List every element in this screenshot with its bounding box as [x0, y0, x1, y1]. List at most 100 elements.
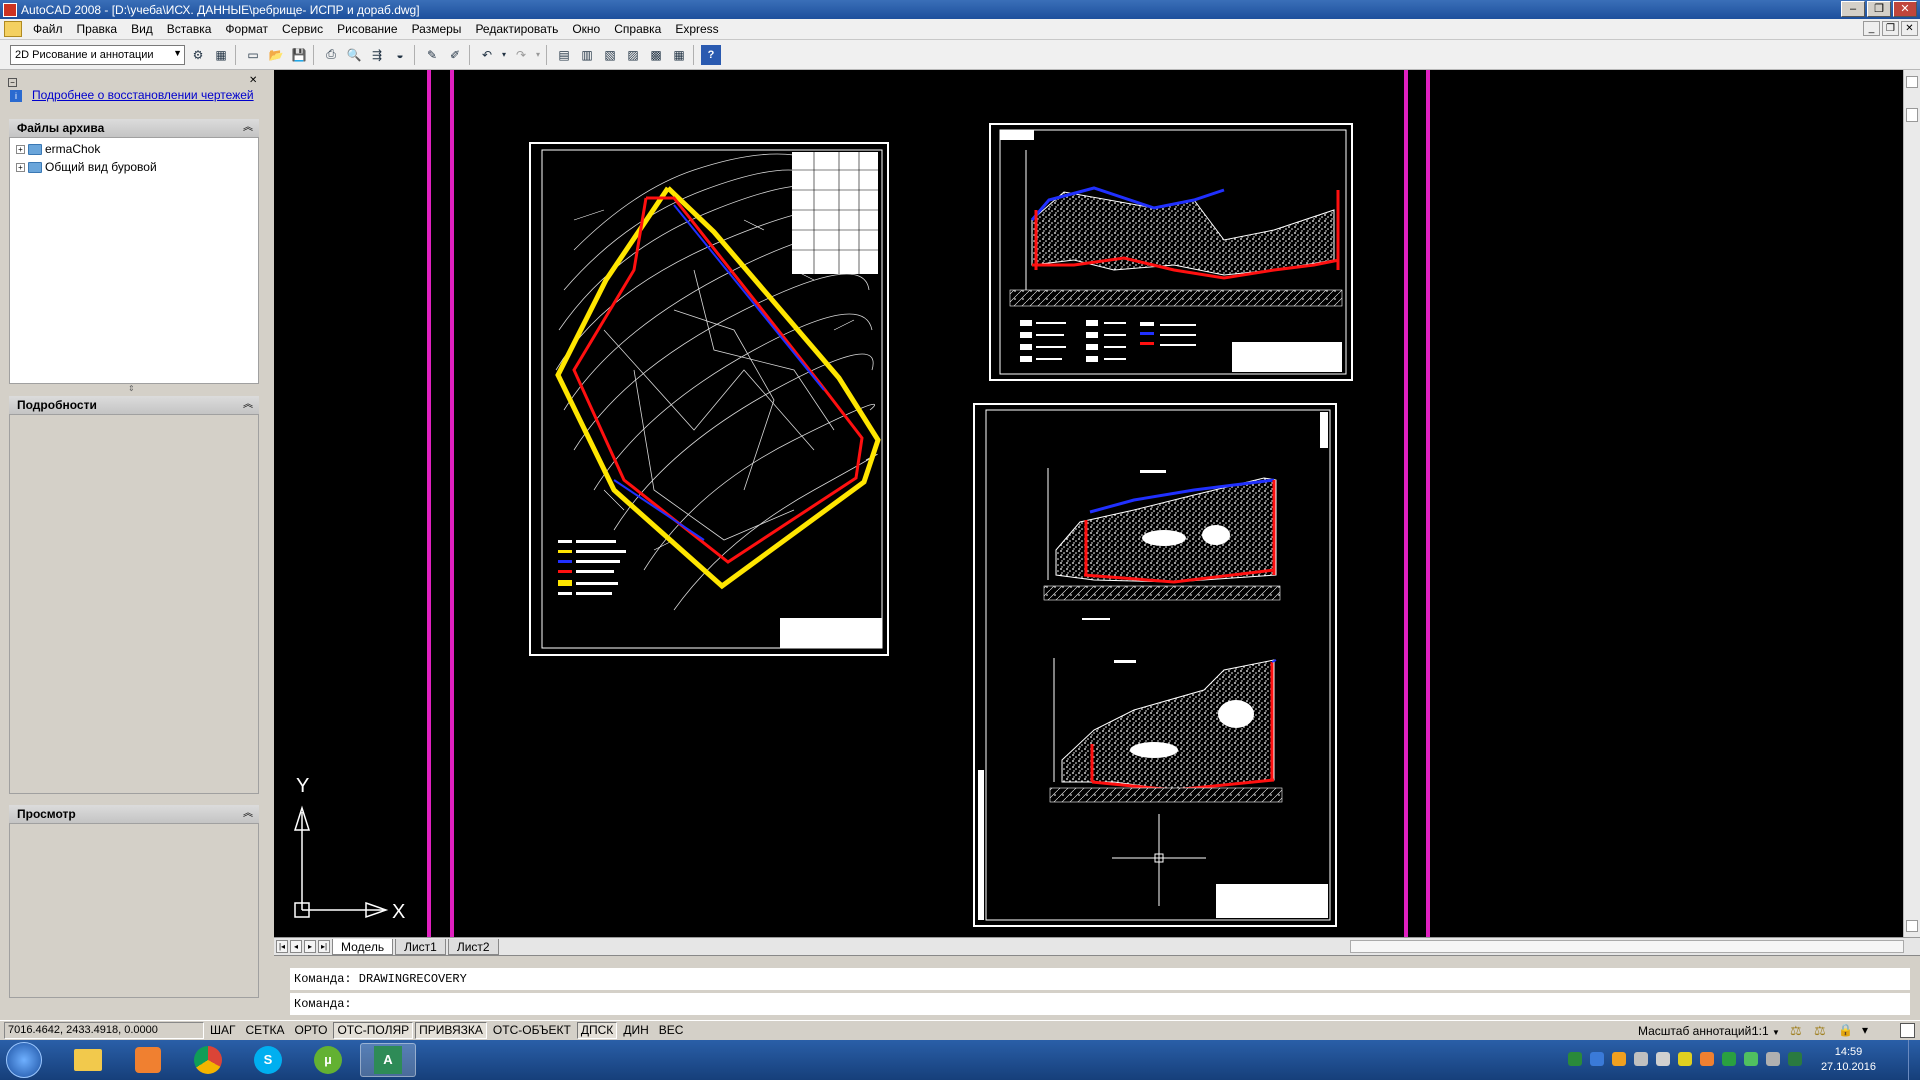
- menu-help[interactable]: Справка: [607, 22, 668, 36]
- design-center-icon[interactable]: ▥: [577, 45, 597, 65]
- tray-app-icon[interactable]: [1568, 1052, 1582, 1066]
- tool-palettes-icon[interactable]: ▧: [600, 45, 620, 65]
- taskbar-autocad[interactable]: A: [360, 1043, 416, 1077]
- tray-device-icon[interactable]: [1766, 1052, 1780, 1066]
- sheet-set-icon[interactable]: ▨: [623, 45, 643, 65]
- annotation-scale-select[interactable]: 1:1 ▼: [1752, 1024, 1780, 1038]
- calculator-icon[interactable]: ▦: [669, 45, 689, 65]
- taskbar-chrome[interactable]: [180, 1043, 236, 1077]
- tray-battery-icon[interactable]: [1612, 1052, 1626, 1066]
- first-tab-icon[interactable]: |◂: [276, 940, 288, 953]
- menu-express[interactable]: Express: [668, 22, 725, 36]
- workspace-save-icon[interactable]: ▦: [211, 45, 231, 65]
- tray-nvidia-icon[interactable]: [1788, 1052, 1802, 1066]
- help-icon[interactable]: ?: [701, 44, 721, 65]
- toggle-dyn[interactable]: ДИН: [619, 1022, 652, 1039]
- toggle-osnap[interactable]: ПРИВЯЗКА: [415, 1022, 487, 1039]
- doc-restore-button[interactable]: ❐: [1882, 21, 1899, 36]
- expand-icon[interactable]: +: [16, 144, 25, 154]
- doc-minimize-button[interactable]: _: [1863, 21, 1880, 36]
- toggle-polar[interactable]: ОТС-ПОЛЯР: [333, 1022, 414, 1039]
- redo-dropdown-icon[interactable]: ▾: [534, 45, 542, 65]
- show-desktop-button[interactable]: [1908, 1040, 1920, 1080]
- scroll-thumb[interactable]: [1906, 108, 1918, 122]
- open-file-icon[interactable]: 📂: [266, 45, 286, 65]
- menu-dimension[interactable]: Размеры: [405, 22, 469, 36]
- tray-settings-icon[interactable]: ▾: [1862, 1023, 1868, 1037]
- command-input[interactable]: Команда:: [290, 993, 1910, 1015]
- recovery-info-link[interactable]: Подробнее о восстановлении чертежей: [32, 88, 254, 102]
- toolbar-lock-icon[interactable]: 🔒: [1838, 1023, 1853, 1037]
- toggle-grid[interactable]: СЕТКА: [242, 1022, 289, 1039]
- tray-utorrent-icon[interactable]: [1744, 1052, 1758, 1066]
- save-icon[interactable]: 💾: [289, 45, 309, 65]
- tray-volume-icon[interactable]: [1634, 1052, 1648, 1066]
- match-properties-icon[interactable]: ✎: [422, 45, 442, 65]
- taskbar-explorer[interactable]: [60, 1043, 116, 1077]
- workspace-settings-icon[interactable]: ⚙: [188, 45, 208, 65]
- menu-insert[interactable]: Вставка: [160, 22, 219, 36]
- document-icon[interactable]: [4, 21, 22, 37]
- doc-close-button[interactable]: ✕: [1901, 21, 1918, 36]
- taskbar-clock[interactable]: 14:59 27.10.2016: [1821, 1045, 1876, 1075]
- menu-modify[interactable]: Редактировать: [468, 22, 565, 36]
- block-editor-icon[interactable]: ✐: [445, 45, 465, 65]
- annotation-visibility-icon[interactable]: ⚖: [1790, 1023, 1802, 1039]
- restore-button[interactable]: ❐: [1867, 1, 1891, 17]
- tab-sheet1[interactable]: Лист1: [395, 938, 446, 955]
- horizontal-scrollbar[interactable]: [1350, 940, 1904, 953]
- publish-icon[interactable]: ⇶: [367, 45, 387, 65]
- taskbar-media-player[interactable]: [120, 1043, 176, 1077]
- undo-icon[interactable]: ↶: [477, 45, 497, 65]
- preview-header[interactable]: Просмотр ︽: [9, 805, 259, 823]
- menu-file[interactable]: Файл: [26, 22, 70, 36]
- menu-window[interactable]: Окно: [565, 22, 607, 36]
- minimize-button[interactable]: –: [1841, 1, 1865, 17]
- panel-collapse-icon[interactable]: −: [8, 78, 17, 87]
- scroll-up-arrow-icon[interactable]: [1906, 76, 1918, 88]
- tray-update-icon[interactable]: [1722, 1052, 1736, 1066]
- menu-format[interactable]: Формат: [218, 22, 275, 36]
- tray-antivirus-icon[interactable]: [1700, 1052, 1714, 1066]
- cursor-coordinates[interactable]: 7016.4642, 2433.4918, 0.0000: [4, 1022, 204, 1039]
- menu-draw[interactable]: Рисование: [330, 22, 404, 36]
- next-tab-icon[interactable]: ▸: [304, 940, 316, 953]
- menu-view[interactable]: Вид: [124, 22, 160, 36]
- scroll-down-arrow-icon[interactable]: [1906, 920, 1918, 932]
- markup-icon[interactable]: ▩: [646, 45, 666, 65]
- splitter-handle[interactable]: ⇕: [128, 384, 135, 393]
- properties-icon[interactable]: ▤: [554, 45, 574, 65]
- toggle-ortho[interactable]: ОРТО: [291, 1022, 332, 1039]
- drawing-canvas[interactable]: Y X: [274, 70, 1903, 937]
- toggle-lwt[interactable]: ВЕС: [655, 1022, 688, 1039]
- start-button[interactable]: [6, 1042, 42, 1078]
- tree-item-rig-view[interactable]: + Общий вид буровой: [16, 160, 157, 174]
- details-header[interactable]: Подробности ︽: [9, 396, 259, 414]
- plot-icon[interactable]: ⎙: [321, 45, 341, 65]
- redo-icon[interactable]: ↷: [511, 45, 531, 65]
- tree-item-ermachok[interactable]: + ermaChok: [16, 142, 100, 156]
- plot-preview-icon[interactable]: 🔍: [344, 45, 364, 65]
- undo-dropdown-icon[interactable]: ▾: [500, 45, 508, 65]
- panel-close-icon[interactable]: ✕: [249, 75, 257, 86]
- last-tab-icon[interactable]: ▸|: [318, 940, 330, 953]
- clean-screen-icon[interactable]: [1900, 1023, 1915, 1038]
- workspace-select[interactable]: 2D Рисование и аннотации ▼: [10, 44, 185, 65]
- tray-flag-icon[interactable]: [1678, 1052, 1692, 1066]
- 3d-dwf-icon[interactable]: ◒: [390, 45, 410, 65]
- expand-icon[interactable]: +: [16, 162, 25, 172]
- toggle-snap[interactable]: ШАГ: [206, 1022, 240, 1039]
- taskbar-skype[interactable]: S: [240, 1043, 296, 1077]
- tray-signal-icon[interactable]: [1656, 1052, 1670, 1066]
- close-button[interactable]: ✕: [1893, 1, 1917, 17]
- toggle-ducs[interactable]: ДПСК: [576, 1022, 618, 1039]
- prev-tab-icon[interactable]: ◂: [290, 940, 302, 953]
- tab-sheet2[interactable]: Лист2: [447, 938, 499, 955]
- new-file-icon[interactable]: ▭: [243, 45, 263, 65]
- auto-scale-icon[interactable]: ⚖: [1814, 1023, 1826, 1039]
- taskbar-utorrent[interactable]: µ: [300, 1043, 356, 1077]
- tray-network-app-icon[interactable]: [1590, 1052, 1604, 1066]
- menu-tools[interactable]: Сервис: [275, 22, 330, 36]
- canvas-vertical-scrollbar[interactable]: [1903, 70, 1920, 937]
- toggle-otrack[interactable]: ОТС-ОБЪЕКТ: [489, 1022, 575, 1039]
